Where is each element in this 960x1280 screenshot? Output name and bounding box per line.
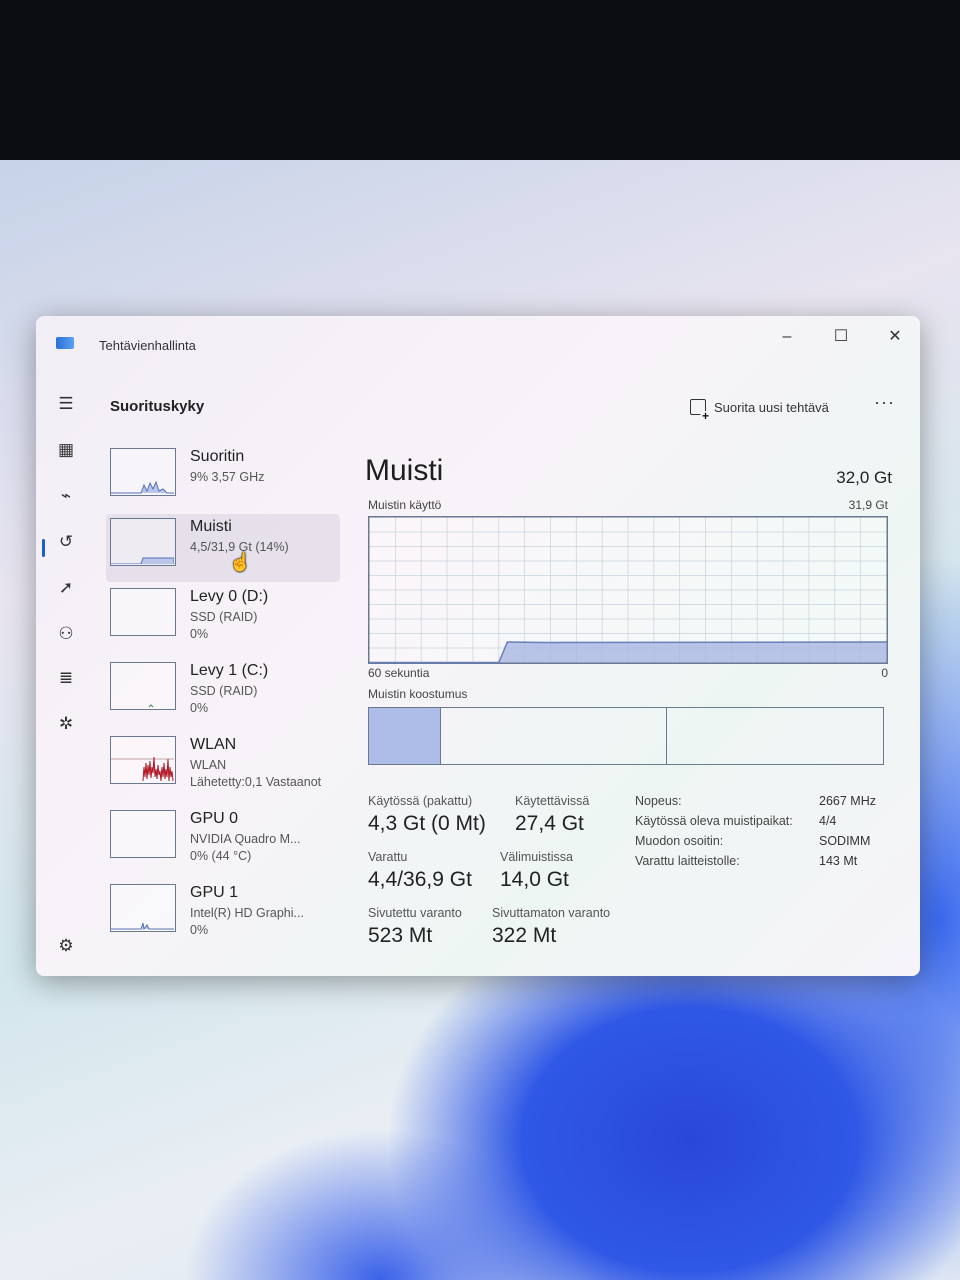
users-icon[interactable]: ⚇ <box>54 622 78 646</box>
composition-free-segment <box>667 708 883 764</box>
device-name: Levy 0 (D:) <box>190 588 269 605</box>
memory-total: 32,0 Gt <box>836 468 892 487</box>
device-item-gpu-1[interactable]: GPU 1 Intel(R) HD Graphi... 0% <box>106 880 340 948</box>
gpu-0-thumbnail-graph <box>110 810 176 858</box>
startup-apps-icon[interactable]: ➚ <box>54 576 78 600</box>
device-item-disk-1[interactable]: Levy 1 (C:) SSD (RAID) 0% <box>106 658 340 726</box>
device-detail: 0% <box>190 701 209 715</box>
device-item-wlan[interactable]: WLAN WLAN Lähetetty:0,1 Vastaanot <box>106 732 340 800</box>
device-detail: 0% (44 °C) <box>190 849 252 863</box>
memory-composition-label: Muistin koostumus <box>368 687 468 701</box>
device-detail: NVIDIA Quadro M... <box>190 832 301 846</box>
form-factor-value: SODIMM <box>819 834 871 848</box>
device-name: GPU 1 <box>190 884 239 901</box>
device-item-disk-0[interactable]: Levy 0 (D:) SSD (RAID) 0% <box>106 584 340 652</box>
device-detail: WLAN <box>190 758 227 772</box>
app-history-icon[interactable]: ↺ <box>54 530 78 554</box>
device-detail: 0% <box>190 627 209 641</box>
memory-usage-max: 31,9 Gt <box>848 498 888 512</box>
more-options-button[interactable]: ··· <box>874 392 895 413</box>
device-detail: SSD (RAID) <box>190 684 258 698</box>
device-detail: 9% 3,57 GHz <box>190 470 265 484</box>
new-task-icon <box>690 399 711 422</box>
composition-standby-segment <box>441 708 668 764</box>
active-page-indicator <box>42 539 45 557</box>
memory-title: Muisti <box>365 454 444 487</box>
speed-value: 2667 MHz <box>819 794 876 808</box>
cpu-thumbnail-graph <box>110 448 176 496</box>
navigation-sidebar: ☰ ▦ ⌁ ↺ ➚ ⚇ ≣ ✲ ⚙ <box>36 368 98 976</box>
memory-composition-bar <box>368 707 884 765</box>
wlan-thumbnail-graph <box>110 736 176 784</box>
processes-icon[interactable]: ▦ <box>54 438 78 462</box>
committed-label: Varattu <box>368 850 408 864</box>
settings-icon[interactable]: ⚙ <box>54 934 78 958</box>
run-new-task-button[interactable]: Suorita uusi tehtävä <box>690 394 829 422</box>
memory-usage-chart <box>368 516 888 664</box>
nonpaged-pool-value: 322 Mt <box>492 924 557 947</box>
chart-axis-right-label: 0 <box>881 666 888 680</box>
device-item-memory[interactable]: Muisti 4,5/31,9 Gt (14%) <box>106 514 340 582</box>
device-name: GPU 0 <box>190 810 239 827</box>
device-detail: Lähetetty:0,1 Vastaanot <box>190 775 322 789</box>
device-detail: 0% <box>190 923 209 937</box>
hamburger-menu-icon[interactable]: ☰ <box>54 392 78 416</box>
memory-detail-panel: Muisti 32,0 Gt Muistin käyttö 31,9 Gt 60… <box>362 444 900 964</box>
device-name: Levy 1 (C:) <box>190 662 269 679</box>
device-name: WLAN <box>190 736 237 753</box>
device-item-cpu[interactable]: Suoritin 9% 3,57 GHz <box>106 444 340 512</box>
title-bar[interactable]: Tehtävienhallinta – ☐ ✕ <box>36 316 920 368</box>
committed-value: 4,4/36,9 Gt <box>368 868 472 891</box>
available-value: 27,4 Gt <box>515 812 584 835</box>
slots-used-value: 4/4 <box>819 814 837 828</box>
device-item-gpu-0[interactable]: GPU 0 NVIDIA Quadro M... 0% (44 °C) <box>106 806 340 874</box>
maximize-button[interactable]: ☐ <box>818 322 864 352</box>
device-detail: SSD (RAID) <box>190 610 258 624</box>
performance-icon[interactable]: ⌁ <box>54 484 78 508</box>
disk-1-thumbnail-graph <box>110 662 176 710</box>
task-manager-icon <box>56 337 74 349</box>
slots-used-label: Käytössä oleva muistipaikat: <box>635 814 793 828</box>
memory-usage-label: Muistin käyttö <box>368 498 442 512</box>
composition-in-use-segment <box>369 708 441 764</box>
chart-grid <box>369 517 887 663</box>
page-header: Suorituskyky Suorita uusi tehtävä ··· <box>98 368 920 434</box>
paged-pool-label: Sivutettu varanto <box>368 906 462 920</box>
details-icon[interactable]: ≣ <box>54 666 78 690</box>
in-use-label: Käytössä (pakattu) <box>368 794 473 808</box>
services-icon[interactable]: ✲ <box>54 712 78 736</box>
window-title: Tehtävienhallinta <box>99 338 196 353</box>
mouse-cursor-hand-icon: ☝ <box>229 552 252 572</box>
in-use-value: 4,3 Gt (0 Mt) <box>368 812 486 835</box>
hardware-reserved-value: 143 Mt <box>819 854 858 868</box>
disk-0-thumbnail-graph <box>110 588 176 636</box>
gpu-1-thumbnail-graph <box>110 884 176 932</box>
minimize-button[interactable]: – <box>764 322 810 352</box>
speed-label: Nopeus: <box>635 794 682 808</box>
cached-value: 14,0 Gt <box>500 868 569 891</box>
hardware-reserved-label: Varattu laitteistolle: <box>635 854 740 868</box>
form-factor-label: Muodon osoitin: <box>635 834 724 848</box>
paged-pool-value: 523 Mt <box>368 924 433 947</box>
run-new-task-label: Suorita uusi tehtävä <box>714 399 829 415</box>
task-manager-window: Tehtävienhallinta – ☐ ✕ ☰ ▦ ⌁ ↺ ➚ ⚇ ≣ ✲ … <box>36 316 920 976</box>
device-name: Muisti <box>190 518 232 535</box>
page-title: Suorituskyky <box>110 398 205 415</box>
device-name: Suoritin <box>190 448 245 465</box>
memory-thumbnail-graph <box>110 518 176 566</box>
cached-label: Välimuistissa <box>500 850 573 864</box>
device-list: Suoritin 9% 3,57 GHz Muisti 4,5/31,9 Gt … <box>106 444 344 964</box>
device-detail: Intel(R) HD Graphi... <box>190 906 304 920</box>
chart-axis-left-label: 60 sekuntia <box>368 666 430 680</box>
available-label: Käytettävissä <box>515 794 590 808</box>
close-button[interactable]: ✕ <box>872 322 918 352</box>
nonpaged-pool-label: Sivuttamaton varanto <box>492 906 611 920</box>
